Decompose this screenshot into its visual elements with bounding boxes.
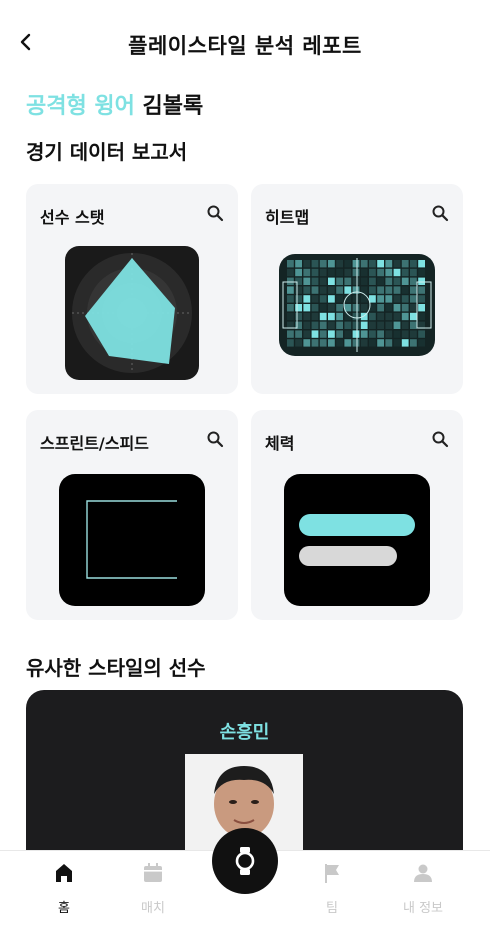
home-icon — [56, 864, 72, 882]
tab-my-info[interactable]: 내 정보 — [388, 861, 458, 916]
tab-home-label: 홈 — [58, 901, 70, 916]
report-section-title: 경기 데이터 보고서 — [26, 140, 188, 164]
page-title: 플레이스타일 분석 레포트 — [128, 34, 362, 58]
tab-team[interactable]: 팀 — [297, 861, 367, 916]
flag-icon — [325, 864, 339, 883]
stamina-card-title: 체력 — [265, 434, 295, 453]
stats-card-title: 선수 스탯 — [40, 208, 105, 227]
person-icon — [414, 864, 432, 882]
search-icon[interactable] — [431, 204, 449, 222]
search-icon[interactable] — [206, 204, 224, 222]
heatmap-card[interactable]: 히트맵 — [251, 184, 463, 394]
play-style-label: 공격형 윙어 — [26, 94, 135, 119]
stats-card[interactable]: 선수 스탯 — [26, 184, 238, 394]
calendar-icon — [144, 863, 162, 882]
stamina-chart-image — [284, 474, 430, 606]
sprint-card[interactable]: 스프린트/스피드 — [26, 410, 238, 620]
player-summary: 공격형 윙어 김볼록 — [26, 88, 203, 120]
watch-fab-button[interactable] — [212, 828, 278, 894]
tab-my-info-label: 내 정보 — [402, 901, 443, 916]
header: 플레이스타일 분석 레포트 — [0, 0, 490, 80]
sprint-card-title: 스프린트/스피드 — [40, 434, 149, 453]
tab-home[interactable]: 홈 — [29, 861, 99, 916]
tab-match[interactable]: 매치 — [118, 861, 188, 916]
tab-team-label: 팀 — [326, 901, 338, 916]
search-icon[interactable] — [431, 430, 449, 448]
radar-chart-image — [65, 246, 199, 380]
stamina-card[interactable]: 체력 — [251, 410, 463, 620]
similar-section-title: 유사한 스타일의 선수 — [26, 656, 206, 680]
search-icon[interactable] — [206, 430, 224, 448]
watch-icon — [235, 847, 255, 875]
sprint-chart-image — [59, 474, 205, 606]
heatmap-image — [279, 254, 435, 356]
similar-player-name: 손흥민 — [219, 722, 270, 743]
tab-match-label: 매치 — [141, 901, 165, 916]
player-name: 김볼록 — [142, 94, 204, 119]
heatmap-card-title: 히트맵 — [265, 208, 310, 227]
